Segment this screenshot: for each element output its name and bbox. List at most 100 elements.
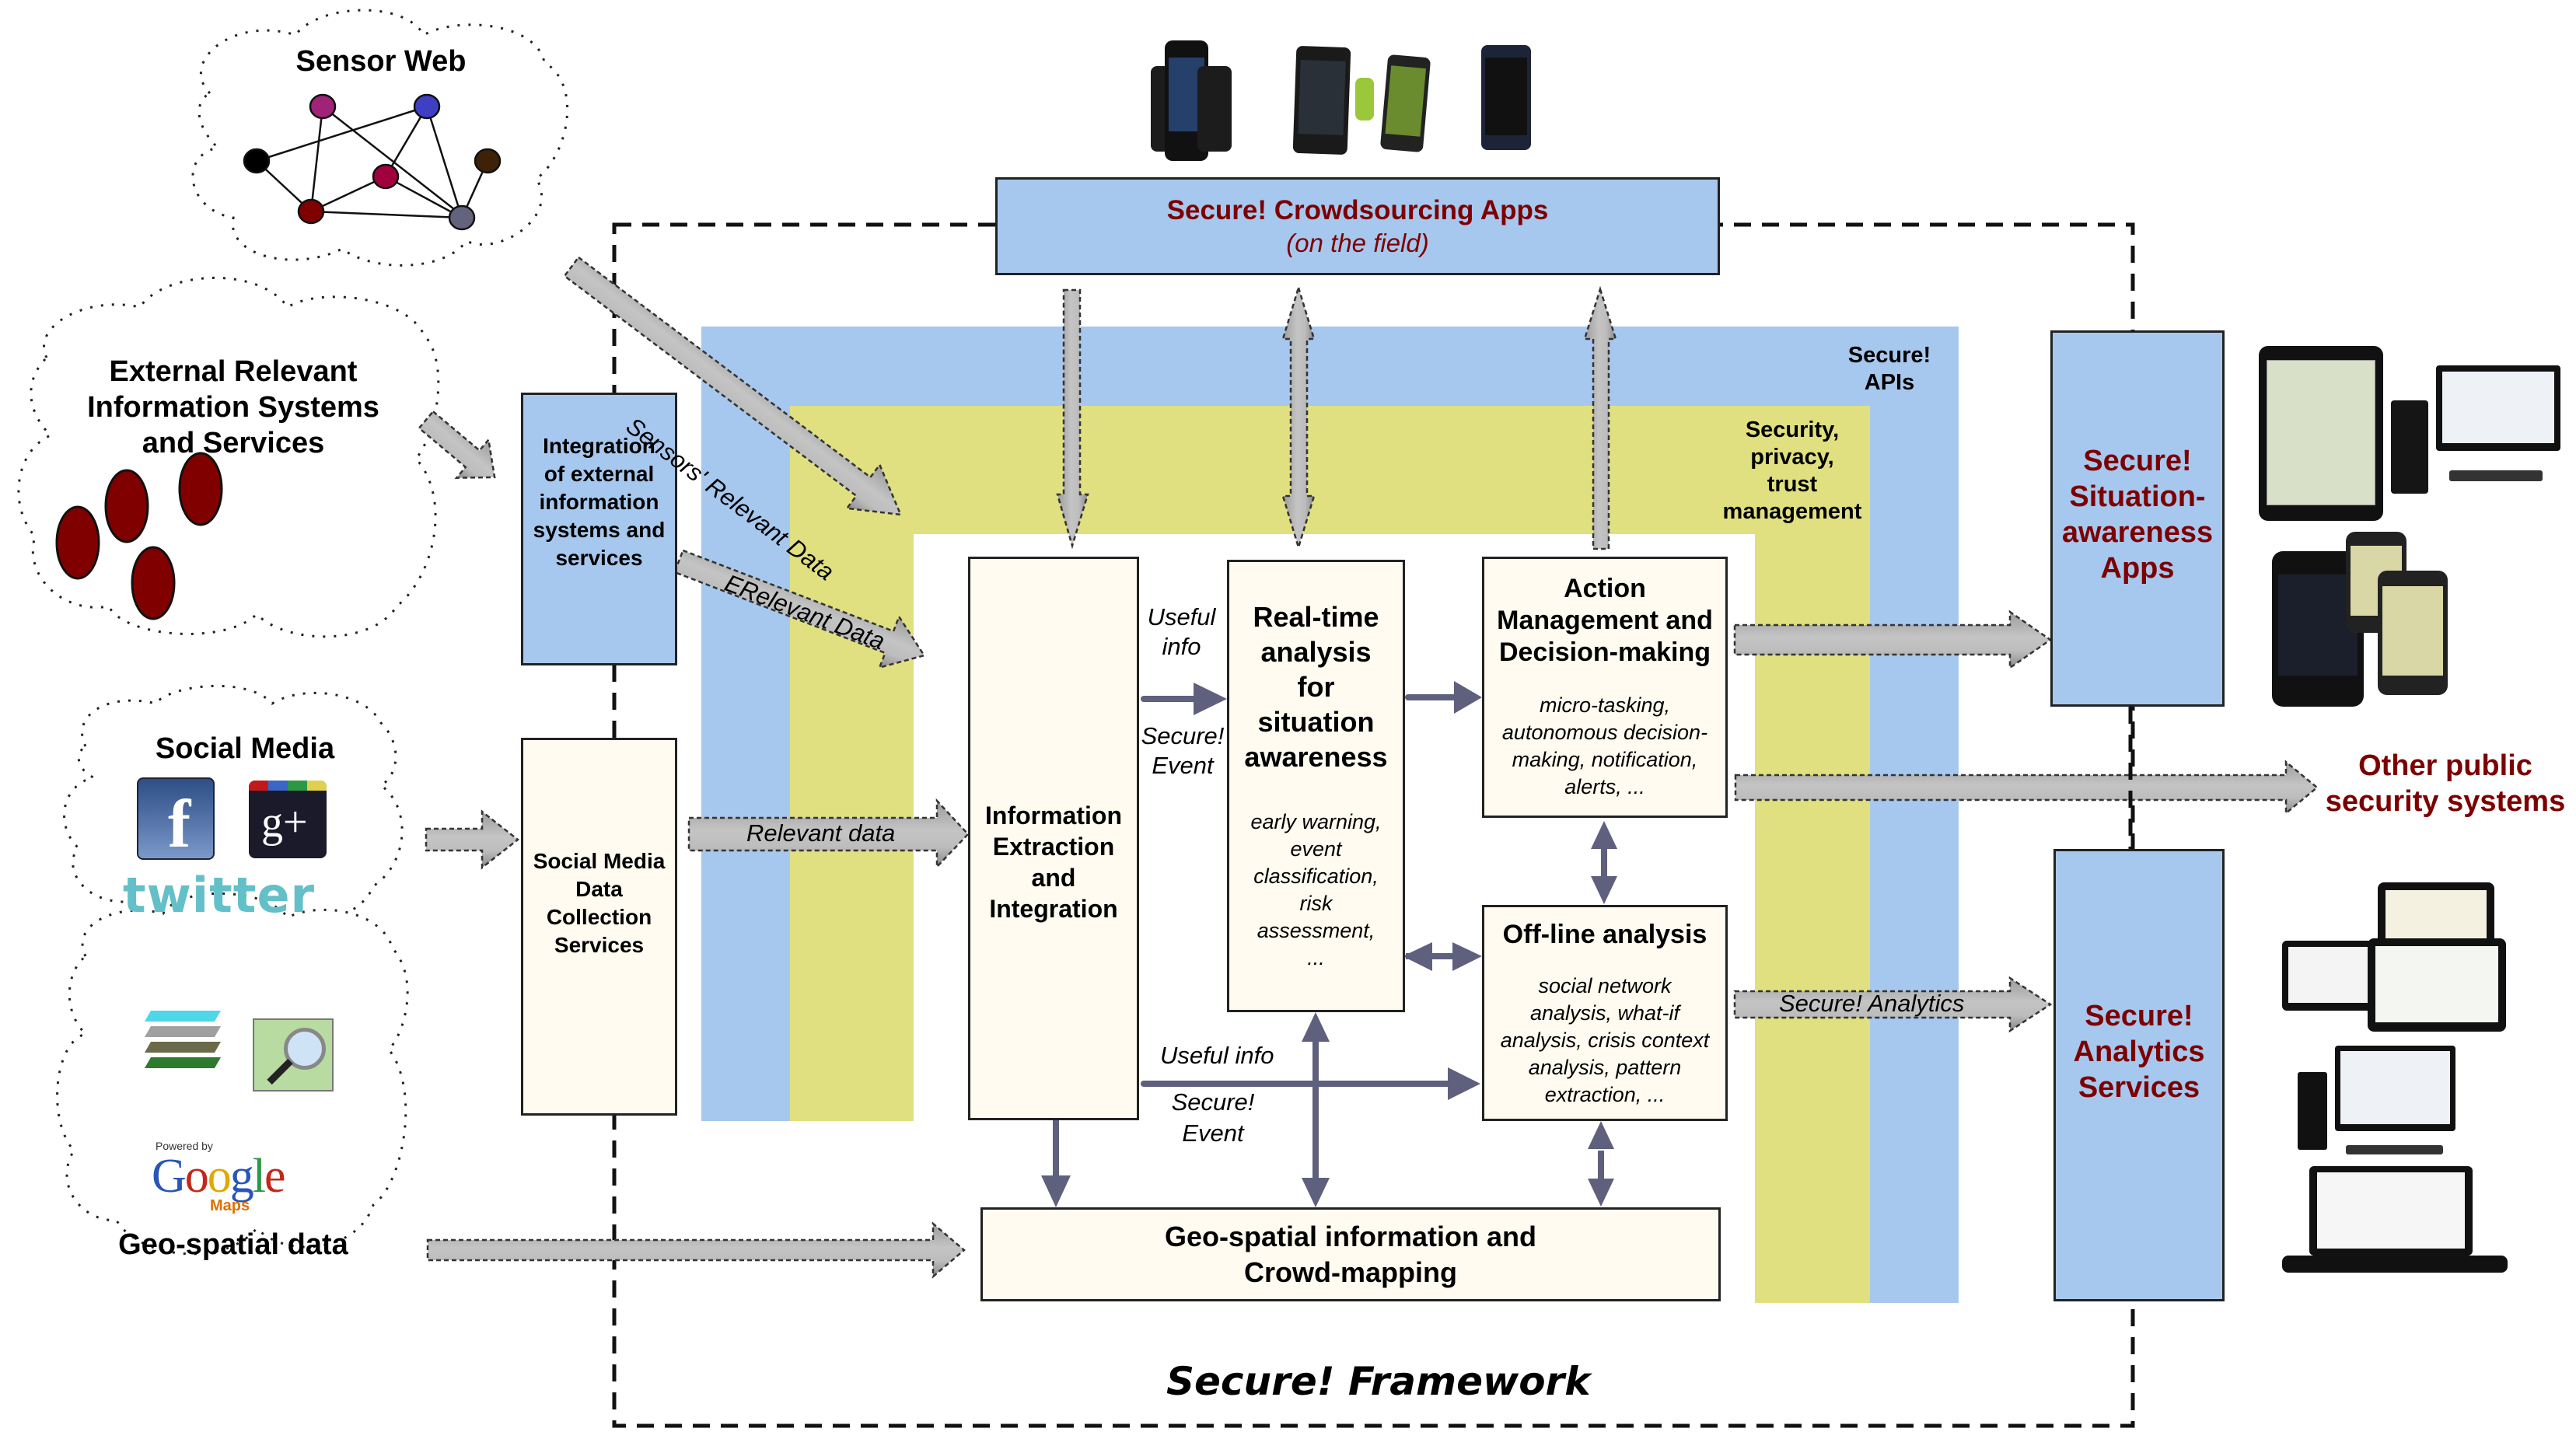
situation-apps-line-3: awareness [2061, 516, 2214, 549]
analytics-services-line-3: Services [2078, 1071, 2200, 1104]
action-detail-line-2: autonomous decision- [1501, 721, 1708, 744]
integration-line-5: services [555, 545, 643, 570]
analytics-services-line-1: Secure! [2085, 1000, 2193, 1032]
extraction-line-1: Information [985, 801, 1122, 830]
sensor-node [448, 204, 476, 231]
secure-event-bottom-line-2: Event [1182, 1119, 1244, 1147]
analytics-arrow-label: Secure! Analytics [1779, 990, 1965, 1017]
realtime-geo-connector [1312, 1036, 1319, 1184]
secure-event-top-line-1: Secure! [1141, 722, 1225, 749]
maps-label: Maps [210, 1197, 250, 1214]
dashboards-image [2282, 882, 2515, 1349]
offline-detail-line-5: extraction, ... [1544, 1083, 1665, 1106]
social-collection-line-1: Social Media [533, 849, 666, 873]
offline-analysis-box[interactable]: Off-line analysis social network analysi… [1482, 905, 1728, 1121]
tablet-desktop-image [2259, 342, 2562, 521]
integration-line-3: information [539, 489, 659, 514]
situation-apps-line-2: Situation- [2069, 480, 2206, 513]
realtime-title-line-3: for [1297, 671, 1335, 703]
action-title-line-3: Decision-making [1498, 637, 1711, 667]
realtime-detail-line-4: risk [1299, 892, 1333, 915]
sensor-node [243, 148, 271, 174]
crowdsourcing-subtitle: (on the field) [1286, 229, 1429, 257]
realtime-details: early warning, event classification, ris… [1250, 809, 1381, 972]
offline-title: Off-line analysis [1502, 920, 1707, 949]
action-title-line-2: Management and [1497, 606, 1713, 635]
realtime-title-line-4: situation [1257, 706, 1375, 738]
situation-apps-line-4: Apps [2100, 552, 2175, 585]
offline-details: social network analysis, what-if analysi… [1501, 973, 1710, 1109]
realtime-title-line-2: analysis [1260, 636, 1372, 668]
secure-event-top-label: Secure! Event [1137, 721, 1229, 781]
secure-event-bottom-line-1: Secure! [1171, 1088, 1255, 1116]
action-detail-line-3: making, notification, [1512, 748, 1698, 771]
useful-info-bottom-label: Useful info [1160, 1042, 1274, 1069]
sensor-web-title: Sensor Web [295, 45, 467, 78]
crowdsourcing-bidirectional-arrow [1281, 284, 1316, 551]
offline-detail-line-4: analysis, pattern [1528, 1056, 1682, 1079]
external-title: External Relevant Information Systems an… [70, 354, 397, 461]
twitter-logo: twitter [123, 867, 316, 924]
social-media-collection-box[interactable]: Social Media Data Collection Services [521, 738, 677, 1116]
action-to-situation-arrow [1733, 609, 2053, 670]
secure-event-top-line-2: Event [1152, 752, 1214, 779]
external-title-line-3: and Services [142, 427, 325, 459]
extraction-line-3: and [1031, 863, 1076, 892]
realtime-detail-line-1: early warning, [1250, 810, 1382, 833]
realtime-detail-line-2: event [1290, 837, 1342, 861]
sensor-node [413, 93, 441, 120]
iphones-map-image [2272, 532, 2451, 707]
extraction-line-2: Extraction [992, 832, 1115, 861]
geo-info-line-2: Crowd-mapping [1244, 1256, 1457, 1288]
crowdsourcing-title: Secure! Crowdsourcing Apps [1166, 195, 1549, 225]
crowdsourcing-apps-box[interactable]: Secure! Crowdsourcing Apps (on the field… [995, 177, 1720, 275]
offline-detail-line-1: social network [1538, 974, 1672, 997]
sensor-node [297, 198, 325, 225]
info-extraction-box[interactable]: Information Extraction and Integration [968, 557, 1139, 1120]
action-detail-line-1: micro-tasking, [1539, 693, 1671, 717]
integration-line-4: systems and [533, 517, 666, 542]
extraction-line-4: Integration [989, 894, 1118, 923]
action-details: micro-tasking, autonomous decision- maki… [1502, 692, 1707, 801]
other-systems-line-1: Other public [2358, 749, 2532, 782]
openstreetmap-icon [253, 1018, 334, 1091]
realtime-detail-line-3: classification, [1253, 864, 1379, 888]
social-media-title: Social Media [155, 732, 335, 765]
useful-info-top-line-2: info [1162, 633, 1201, 660]
sensor-node [474, 148, 502, 174]
extraction-to-geo-connector [1053, 1120, 1059, 1182]
realtime-analysis-box[interactable]: Real-time analysis for situation awarene… [1227, 560, 1405, 1012]
geo-data-arrow [426, 1221, 966, 1279]
analytics-services-box[interactable]: Secure! Analytics Services [2053, 849, 2225, 1301]
map-layers-icon [140, 1011, 227, 1073]
google-logo: Google [152, 1150, 286, 1203]
social-collection-line-3: Collection [546, 905, 652, 929]
extraction-to-offline-connector [1141, 1081, 1459, 1087]
situation-awareness-apps-box[interactable]: Secure! Situation- awareness Apps [2050, 330, 2225, 707]
useful-info-top-line-1: Useful [1147, 603, 1216, 630]
analytics-services-line-2: Analytics [2073, 1036, 2205, 1068]
geo-spatial-title: Geo-spatial data [118, 1228, 348, 1261]
action-detail-line-4: alerts, ... [1564, 775, 1645, 798]
crowdsourcing-down-arrow [1056, 288, 1089, 550]
realtime-title: Real-time analysis for situation awarene… [1244, 599, 1387, 774]
action-to-other-systems-arrow [1734, 760, 2319, 816]
action-up-arrow [1583, 285, 1617, 550]
action-management-box[interactable]: Action Management and Decision-making mi… [1482, 557, 1728, 818]
sensor-node [372, 163, 400, 190]
secure-event-bottom-label: Secure! Event [1151, 1087, 1275, 1149]
action-title: Action Management and Decision-making [1497, 573, 1713, 669]
sensor-node [309, 93, 337, 120]
situation-apps-line-1: Secure! [2083, 445, 2192, 477]
realtime-detail-line-6: ... [1307, 946, 1325, 969]
framework-title: Secure! Framework [1166, 1359, 1591, 1404]
offline-detail-line-2: analysis, what-if [1529, 1001, 1680, 1025]
other-systems-line-2: security systems [2325, 785, 2566, 818]
realtime-title-line-1: Real-time [1253, 601, 1379, 633]
facebook-logo: f [137, 777, 215, 862]
external-title-line-2: Information Systems [87, 391, 379, 424]
google-plus-logo: g+ [249, 781, 327, 858]
action-title-line-1: Action [1564, 574, 1646, 603]
social-to-collection-arrow [425, 809, 520, 870]
geo-information-box[interactable]: Geo-spatial information and Crowd-mappin… [980, 1207, 1721, 1301]
